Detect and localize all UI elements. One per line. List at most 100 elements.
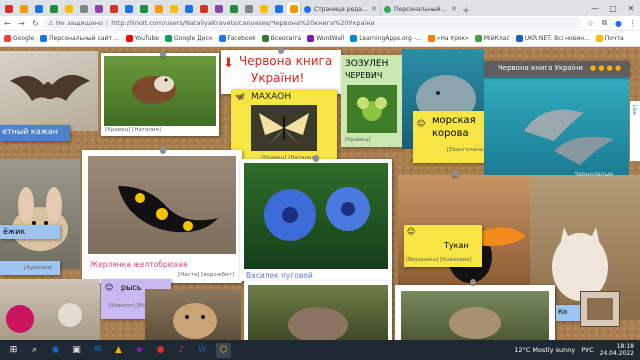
like-button[interactable]: Like: [631, 105, 637, 115]
minimap-viewport[interactable]: [587, 298, 613, 320]
pinned-tab[interactable]: [167, 2, 180, 15]
pinned-tab[interactable]: [77, 2, 90, 15]
pinned-tab[interactable]: [47, 2, 60, 15]
pinned-tab[interactable]: [32, 2, 45, 15]
window-controls: — ▢ ✕: [586, 0, 640, 16]
taskbar-app-icon[interactable]: ▣: [69, 343, 84, 358]
language-indicator[interactable]: РУС: [581, 346, 593, 354]
tab-editor[interactable]: Страница редактирования ✕: [300, 2, 380, 16]
address-bar[interactable]: ⚠ Не защищено | http://linoit.com/users/…: [44, 17, 582, 29]
zozulen-photo: [347, 85, 397, 133]
toucan-note[interactable]: 😐 Тукан [Вероника] [Ковалева]: [404, 225, 482, 267]
zozulen-note[interactable]: ЗОЗУЛЕН ЧЕРЕВИЧ [Кравец]: [341, 55, 405, 147]
maximize-button[interactable]: ▢: [604, 4, 622, 13]
pinned-tab[interactable]: [107, 2, 120, 15]
lynx-photo[interactable]: [145, 289, 241, 340]
bookmark-item[interactable]: LearningApps.org -...: [350, 35, 422, 42]
hedgehog-caption-note[interactable]: [Аурелия]: [0, 261, 60, 275]
pinned-tab[interactable]: [212, 2, 225, 15]
tab-favicon: [139, 4, 148, 13]
taskbar-app-icon[interactable]: ◆: [132, 343, 147, 358]
url-text[interactable]: http://linoit.com/users/NataliyaKravets/…: [111, 19, 375, 27]
social-side-panel: Like: [630, 101, 640, 161]
ko-note[interactable]: Ко: [556, 305, 580, 321]
pinned-tab[interactable]: [62, 2, 75, 15]
bookmark-item[interactable]: YouTube: [125, 35, 159, 42]
pinned-tab[interactable]: [197, 2, 210, 15]
windows-taskbar: ⊞ ⌕ ◉ ▣ ✉ ▲ ◆ ● ♪ W ⬡ 12°C Mostly sunny РУС 18:1…: [0, 340, 640, 360]
bookmark-item[interactable]: Персональный сайт ...: [40, 35, 120, 42]
dolphins-header[interactable]: Червона книга України ● ● ● ●: [484, 61, 629, 77]
taskbar-app-icon[interactable]: ▲: [111, 343, 126, 358]
bookmark-item[interactable]: Google: [4, 35, 34, 42]
berries-icon: [6, 303, 82, 333]
bookmark-item[interactable]: UKR.NET: Всі новин...: [515, 35, 590, 42]
pinned-tab[interactable]: [122, 2, 135, 15]
pin-icon: [278, 47, 284, 53]
not-secure-badge[interactable]: ⚠ Не защищено: [48, 19, 103, 27]
pinned-tab[interactable]: [2, 2, 15, 15]
taskbar-app-icon[interactable]: ◉: [48, 343, 63, 358]
new-tab-button[interactable]: +: [460, 6, 472, 16]
board-title-line1: Червона книга: [239, 54, 333, 68]
wildcat-card[interactable]: [395, 285, 555, 340]
taskbar-app-icon[interactable]: ✉: [90, 343, 105, 358]
pinned-tab[interactable]: [137, 2, 150, 15]
tab-favicon: [259, 4, 268, 13]
back-button[interactable]: ←: [2, 18, 13, 29]
cornflower-card[interactable]: Василек луговой: [240, 159, 392, 281]
taskbar-app-icon[interactable]: ⬡: [216, 342, 231, 358]
reload-button[interactable]: ↻: [30, 18, 41, 29]
close-tab-icon[interactable]: ✕: [371, 5, 377, 13]
bookmark-item[interactable]: Google Диск: [165, 35, 213, 42]
pinned-tab[interactable]: [17, 2, 30, 15]
pinned-tab[interactable]: [92, 2, 105, 15]
weather-widget[interactable]: 12°C Mostly sunny: [514, 346, 575, 354]
bookmark-item[interactable]: Почта: [595, 35, 624, 42]
salamander-card[interactable]: Жерлянка желтобрюхая [Настя] [ворожбит]: [82, 150, 242, 283]
card-action-icons[interactable]: ● ● ● ●: [590, 64, 621, 72]
pinned-tab[interactable]: [287, 2, 300, 15]
pinned-tab[interactable]: [272, 2, 285, 15]
dolphins-photo[interactable]: [484, 61, 629, 176]
close-window-button[interactable]: ✕: [622, 4, 640, 13]
extensions-icon[interactable]: ⧉: [599, 18, 610, 29]
pinned-tab[interactable]: [152, 2, 165, 15]
search-icon[interactable]: ⌕: [27, 343, 42, 358]
bookmark-label: Всеосвіта: [270, 35, 302, 42]
close-tab-icon[interactable]: ✕: [451, 5, 457, 13]
bookmark-item[interactable]: Facebook: [218, 35, 256, 42]
pinned-tab[interactable]: [182, 2, 195, 15]
start-button[interactable]: ⊞: [6, 343, 21, 358]
bat-photo[interactable]: [0, 51, 98, 131]
taskbar-app-icon[interactable]: ♪: [174, 343, 189, 358]
bat-label-note[interactable]: етный кажан: [0, 125, 70, 141]
taskbar-app-icon[interactable]: ●: [153, 343, 168, 358]
hedgehog-label-note[interactable]: ёжик: [0, 225, 60, 239]
tab-personal-site[interactable]: Персональный сайт вчителя п... ✕: [380, 2, 460, 16]
pinned-tab[interactable]: [257, 2, 270, 15]
taskbar-app-icon[interactable]: W: [195, 343, 210, 358]
mahaon-note[interactable]: 🦋 МАХАОН [Кравец] [Наталия]: [231, 89, 337, 165]
bookmark-item[interactable]: «На Урок»: [427, 35, 469, 42]
berries-photo[interactable]: [0, 279, 100, 340]
bookmark-item[interactable]: Всеосвіта: [261, 35, 302, 42]
linoit-canvas[interactable]: етный кажан [Кравец] [Наталия] ⬇ Червона…: [0, 47, 640, 340]
menu-icon[interactable]: ⋮: [627, 18, 638, 29]
tab-favicon: [124, 4, 133, 13]
profile-avatar-icon[interactable]: ●: [613, 18, 624, 29]
pinned-tab[interactable]: [242, 2, 255, 15]
wildcat-icon: [449, 307, 501, 339]
title-note[interactable]: ⬇ Червона книга України!: [221, 50, 341, 94]
bookmark-item[interactable]: WordWall: [307, 35, 344, 42]
hedgehog-card[interactable]: [244, 281, 392, 340]
hedgehog-photo[interactable]: [0, 159, 80, 269]
minimap-widget[interactable]: [580, 291, 620, 327]
minimize-button[interactable]: —: [586, 4, 604, 13]
clock[interactable]: 18:18 24.04.2022: [600, 343, 634, 357]
mink-card[interactable]: [Кравец] [Наталия]: [101, 53, 219, 136]
pinned-tab[interactable]: [227, 2, 240, 15]
bookmark-star-icon[interactable]: ☆: [585, 18, 596, 29]
forward-button[interactable]: →: [16, 18, 27, 29]
bookmark-item[interactable]: МійКлас: [474, 35, 510, 42]
